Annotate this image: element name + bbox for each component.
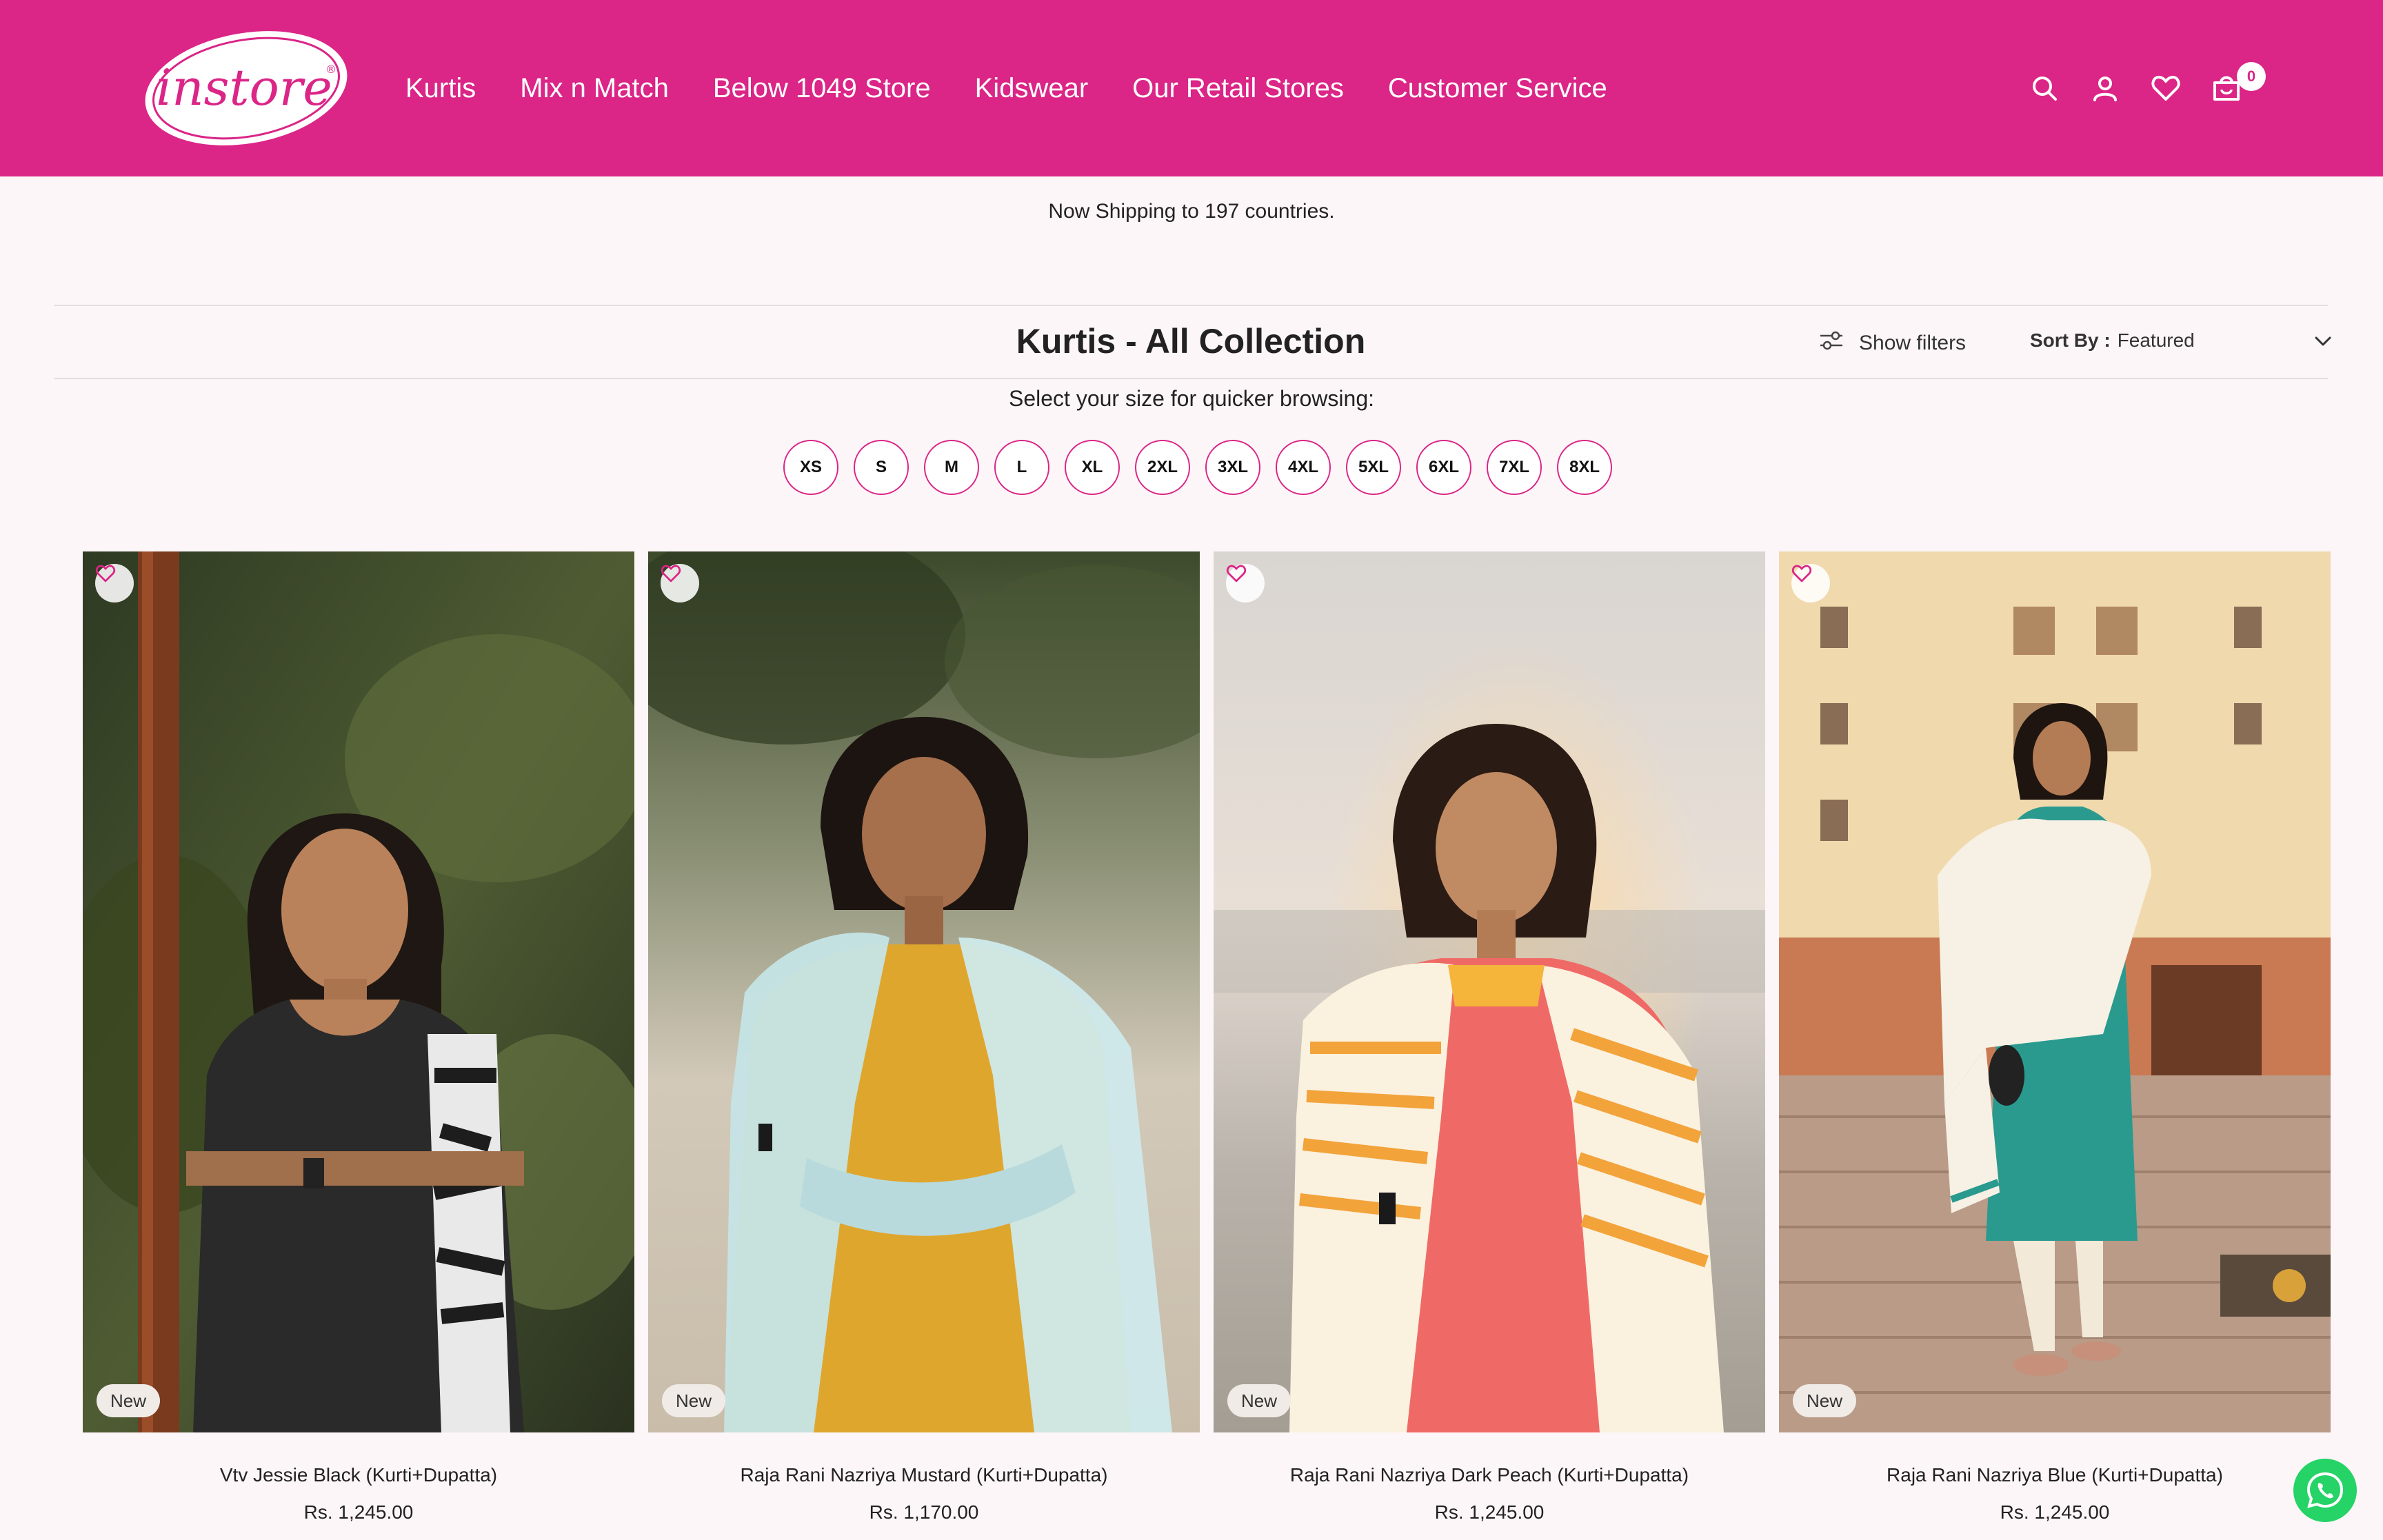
- product-name[interactable]: Raja Rani Nazriya Blue (Kurti+Dupatta): [1779, 1464, 2331, 1486]
- collection-title: Kurtis - All Collection: [1016, 322, 1366, 361]
- account-icon[interactable]: [2088, 68, 2122, 109]
- product-card[interactable]: New Raja Rani Nazriya Blue (Kurti+Dupatt…: [1779, 551, 2331, 1523]
- chevron-down-icon: [2313, 330, 2333, 358]
- wishlist-heart-icon[interactable]: [661, 564, 699, 602]
- sort-by-label: Sort By :: [2030, 330, 2111, 351]
- size-7xl[interactable]: 7XL: [1487, 440, 1542, 495]
- search-icon[interactable]: [2027, 68, 2062, 109]
- instore-logo[interactable]: instore ®: [141, 28, 352, 149]
- announcement-text: Now Shipping to 197 countries.: [1048, 200, 1335, 223]
- wishlist-heart-icon[interactable]: [1791, 564, 1830, 602]
- size-6xl[interactable]: 6XL: [1416, 440, 1471, 495]
- product-price: Rs. 1,245.00: [1434, 1501, 1545, 1523]
- nav-mix-n-match[interactable]: Mix n Match: [520, 69, 669, 108]
- cart-count-badge: 0: [2237, 62, 2266, 91]
- filter-icon: [1819, 330, 1844, 357]
- site-header: instore ® Kurtis Mix n Match Below 1049 …: [0, 0, 2383, 176]
- size-s[interactable]: S: [854, 440, 909, 495]
- header-actions: 0: [2027, 62, 2266, 109]
- show-filters-label: Show filters: [1859, 332, 1967, 354]
- wishlist-heart-icon[interactable]: [95, 564, 134, 602]
- product-image[interactable]: New: [1779, 551, 2331, 1432]
- product-price: Rs. 1,245.00: [303, 1501, 414, 1523]
- wishlist-icon[interactable]: [2149, 68, 2183, 109]
- cart-icon[interactable]: 0: [2209, 62, 2266, 109]
- product-card[interactable]: New Raja Rani Nazriya Dark Peach (Kurti+…: [1214, 551, 1765, 1523]
- new-badge: New: [97, 1384, 161, 1417]
- main-nav: Kurtis Mix n Match Below 1049 Store Kids…: [405, 69, 1607, 108]
- product-card[interactable]: New Vtv Jessie Black (Kurti+Dupatta) Rs.…: [83, 551, 634, 1523]
- nav-kidswear[interactable]: Kidswear: [975, 69, 1089, 108]
- size-4xl[interactable]: 4XL: [1276, 440, 1331, 495]
- new-badge: New: [662, 1384, 726, 1417]
- nav-our-retail-stores[interactable]: Our Retail Stores: [1132, 69, 1344, 108]
- product-name[interactable]: Raja Rani Nazriya Mustard (Kurti+Dupatta…: [648, 1464, 1200, 1486]
- size-m[interactable]: M: [924, 440, 979, 495]
- whatsapp-chat-icon[interactable]: [2293, 1459, 2357, 1522]
- product-name[interactable]: Raja Rani Nazriya Dark Peach (Kurti+Dupa…: [1214, 1464, 1765, 1486]
- size-selector: XS S M L XL 2XL 3XL 4XL 5XL 6XL 7XL 8XL: [783, 440, 1612, 495]
- nav-customer-service[interactable]: Customer Service: [1388, 69, 1607, 108]
- size-3xl[interactable]: 3XL: [1205, 440, 1260, 495]
- product-image[interactable]: New: [1214, 551, 1765, 1432]
- product-grid: New Vtv Jessie Black (Kurti+Dupatta) Rs.…: [83, 551, 2331, 1523]
- nav-kurtis[interactable]: Kurtis: [405, 69, 476, 108]
- size-2xl[interactable]: 2XL: [1135, 440, 1190, 495]
- collection-toolbar: Kurtis - All Collection Show filters Sor…: [54, 305, 2331, 379]
- product-image[interactable]: New: [83, 551, 634, 1432]
- size-xs[interactable]: XS: [783, 440, 838, 495]
- product-name[interactable]: Vtv Jessie Black (Kurti+Dupatta): [83, 1464, 634, 1486]
- size-xl[interactable]: XL: [1065, 440, 1120, 495]
- size-8xl[interactable]: 8XL: [1557, 440, 1612, 495]
- product-price: Rs. 1,170.00: [869, 1501, 979, 1523]
- wishlist-heart-icon[interactable]: [1226, 564, 1265, 602]
- nav-below-1049-store[interactable]: Below 1049 Store: [713, 69, 931, 108]
- new-badge: New: [1227, 1384, 1291, 1417]
- size-prompt: Select your size for quicker browsing:: [1009, 386, 1374, 411]
- size-l[interactable]: L: [994, 440, 1049, 495]
- show-filters-button[interactable]: Show filters: [1819, 330, 1966, 357]
- size-5xl[interactable]: 5XL: [1346, 440, 1401, 495]
- product-image[interactable]: New: [648, 551, 1200, 1432]
- svg-text:®: ®: [325, 63, 336, 76]
- sort-by-select[interactable]: Sort By : Featured: [2030, 330, 2333, 352]
- logo-wordmark: instore: [156, 59, 332, 116]
- product-card[interactable]: New Raja Rani Nazriya Mustard (Kurti+Dup…: [648, 551, 1200, 1523]
- product-price: Rs. 1,245.00: [2000, 1501, 2110, 1523]
- new-badge: New: [1793, 1384, 1857, 1417]
- sort-by-value: Featured: [2117, 330, 2195, 351]
